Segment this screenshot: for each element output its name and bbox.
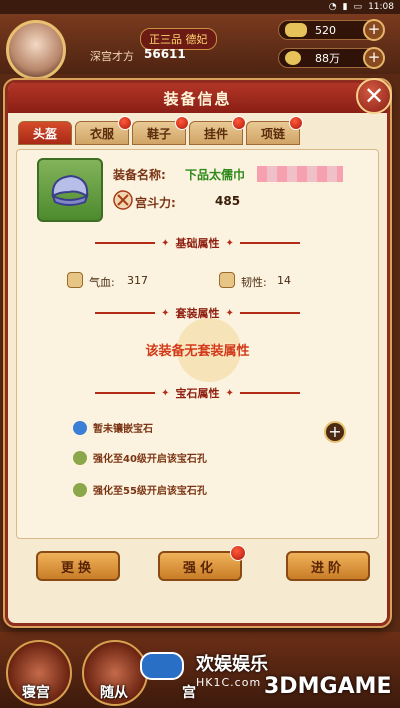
gem-slot-3: 强化至55级开启该宝石孔 bbox=[73, 482, 207, 497]
crossed-swords-icon bbox=[113, 190, 133, 210]
resource-coin: 88万 + bbox=[278, 47, 385, 69]
gem-slot-1-text: 暂未镶嵌宝石 bbox=[93, 424, 153, 435]
helmet-item-icon[interactable] bbox=[37, 158, 103, 222]
tab-necklace[interactable]: 项链 bbox=[246, 116, 303, 145]
divider bbox=[95, 242, 156, 244]
redacted-owner bbox=[257, 166, 343, 182]
stat-hp-label: 气血: bbox=[89, 276, 115, 289]
add-gem-button[interactable]: + bbox=[324, 421, 346, 443]
advance-button-label: 进阶 bbox=[310, 560, 345, 576]
equipment-panel: 装备名称: 下品太儒巾 宫斗力: 485 ✦ 基础属性 ✦ 气血: 317 韧性… bbox=[16, 149, 379, 539]
knot-icon: ✦ bbox=[225, 237, 234, 249]
status-time: 11:08 bbox=[368, 2, 394, 12]
gem-slot-2: 强化至40级开启该宝石孔 bbox=[73, 450, 207, 465]
notification-dot bbox=[230, 545, 246, 561]
gem-slot-1: 暂未镶嵌宝石 bbox=[73, 420, 153, 435]
advance-button[interactable]: 进阶 bbox=[286, 551, 370, 581]
divider bbox=[95, 392, 156, 394]
power-label: 宫斗力: bbox=[135, 196, 176, 210]
knot-icon: ✦ bbox=[161, 237, 170, 249]
no-set-attributes-text: 该装备无套装属性 bbox=[145, 344, 250, 359]
tab-pendant[interactable]: 挂件 bbox=[189, 116, 246, 145]
bottom-nav-followers-label: 随从 bbox=[100, 685, 128, 701]
divider bbox=[95, 312, 156, 314]
watermark-brand: 3DMGAME bbox=[264, 674, 392, 699]
replace-button-label: 更换 bbox=[60, 560, 95, 576]
resource-gold-value: 520 bbox=[315, 23, 336, 37]
gem-attributes-header: ✦ 宝石属性 ✦ bbox=[17, 384, 378, 402]
watermark-sub: HK1C.com bbox=[196, 676, 262, 689]
divider bbox=[239, 242, 300, 244]
basic-attributes-title: 基础属性 bbox=[175, 237, 220, 250]
player-name: 深宫才方 bbox=[90, 50, 134, 63]
enhance-button[interactable]: 强化 bbox=[158, 545, 246, 581]
knot-icon: ✦ bbox=[225, 387, 234, 399]
stat-toughness-value: 14 bbox=[277, 274, 291, 287]
player-power: 56611 bbox=[144, 47, 186, 61]
tab-helmet[interactable]: 头盔 bbox=[18, 121, 72, 145]
bottom-nav-third-label: 宫 bbox=[182, 685, 196, 701]
tab-necklace-label: 项链 bbox=[260, 126, 285, 141]
bottom-nav-palace-label: 寝宫 bbox=[22, 685, 50, 701]
stat-toughness-label: 韧性: bbox=[241, 276, 267, 289]
gamepad-icon bbox=[140, 652, 184, 680]
gem-icon bbox=[73, 420, 87, 435]
equipment-name-value: 下品太儒巾 bbox=[185, 168, 246, 182]
notification-dot bbox=[289, 116, 303, 130]
add-gold-button[interactable]: + bbox=[363, 19, 385, 41]
lock-icon bbox=[73, 450, 87, 465]
heart-icon bbox=[67, 272, 83, 288]
lock-icon bbox=[73, 482, 87, 497]
knot-icon: ✦ bbox=[225, 307, 234, 319]
dialog-header: 装备信息 bbox=[8, 83, 387, 113]
notification-dot bbox=[175, 116, 189, 130]
headscarf-icon bbox=[51, 174, 89, 206]
wifi-icon: ◔ bbox=[328, 2, 337, 12]
notification-dot bbox=[232, 116, 246, 130]
notification-dot bbox=[118, 116, 132, 130]
top-bar: 正三品 德妃 深宫才方 56611 520 + 88万 + bbox=[0, 14, 400, 80]
coin-icon bbox=[285, 51, 301, 65]
divider bbox=[239, 312, 300, 314]
knot-icon: ✦ bbox=[161, 307, 170, 319]
watermark-title: 欢娱娱乐 bbox=[196, 654, 268, 675]
equipment-tabs: 头盔 衣服 鞋子 挂件 项链 bbox=[18, 116, 303, 145]
shield-icon bbox=[219, 272, 235, 288]
signal-icon: ▮ bbox=[342, 2, 348, 12]
enhance-button-label: 强化 bbox=[182, 560, 217, 576]
tab-shoes-label: 鞋子 bbox=[146, 126, 171, 141]
equipment-name-label: 装备名称: bbox=[113, 168, 166, 182]
tab-shoes[interactable]: 鞋子 bbox=[132, 116, 189, 145]
divider bbox=[239, 392, 300, 394]
gem-attributes-title: 宝石属性 bbox=[175, 387, 220, 400]
avatar[interactable] bbox=[6, 20, 66, 80]
tab-helmet-label: 头盔 bbox=[32, 126, 57, 141]
close-icon[interactable]: ✕ bbox=[356, 78, 392, 114]
add-coin-button[interactable]: + bbox=[363, 47, 385, 69]
status-bar: ◔ ▮ ▭ 11:08 bbox=[0, 0, 400, 14]
tab-clothes-label: 衣服 bbox=[89, 126, 114, 141]
stat-hp-value: 317 bbox=[127, 274, 148, 287]
tab-pendant-label: 挂件 bbox=[203, 126, 228, 141]
gem-slot-2-text: 强化至40级开启该宝石孔 bbox=[93, 454, 207, 465]
battery-icon: ▭ bbox=[353, 2, 363, 12]
basic-attributes-header: ✦ 基础属性 ✦ bbox=[17, 234, 378, 252]
gold-ingot-icon bbox=[285, 23, 307, 37]
power-value: 485 bbox=[215, 194, 241, 208]
resource-gold: 520 + bbox=[278, 19, 385, 41]
dialog-title: 装备信息 bbox=[163, 89, 232, 108]
knot-icon: ✦ bbox=[161, 387, 170, 399]
resource-coin-value: 88万 bbox=[315, 52, 340, 65]
tab-clothes[interactable]: 衣服 bbox=[75, 116, 132, 145]
gem-slot-3-text: 强化至55级开启该宝石孔 bbox=[93, 486, 207, 497]
replace-button[interactable]: 更换 bbox=[36, 551, 120, 581]
equipment-dialog: 装备信息 头盔 衣服 鞋子 挂件 项链 装备名称: 下品太儒巾 宫斗力: 485… bbox=[5, 80, 390, 626]
